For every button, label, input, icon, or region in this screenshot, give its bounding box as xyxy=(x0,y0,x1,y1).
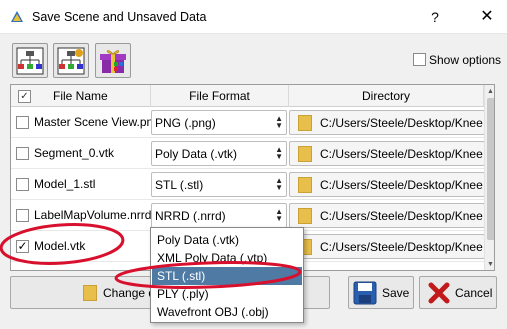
spin-arrows-icon: ▲ ▼ xyxy=(275,114,283,130)
cancel-button[interactable]: Cancel xyxy=(419,276,497,309)
modified-scene-button[interactable] xyxy=(53,43,89,78)
data-bundle-icon xyxy=(100,50,126,73)
row-checkbox[interactable] xyxy=(16,178,29,191)
row-checkbox[interactable] xyxy=(16,116,29,129)
directory-button[interactable]: C:/Users/Steele/Desktop/Knee wo xyxy=(289,203,485,228)
format-value: STL (.stl) xyxy=(155,178,204,192)
save-button[interactable]: Save xyxy=(348,276,414,309)
header-name-label: File Name xyxy=(53,89,108,103)
slicer-app-icon xyxy=(11,11,23,22)
select-all-checkbox[interactable]: ✓ xyxy=(18,90,31,103)
row-checkbox[interactable]: ✓ xyxy=(16,240,29,253)
header-format-column[interactable]: File Format xyxy=(151,85,289,107)
format-select[interactable]: Poly Data (.vtk) ▲ ▼ xyxy=(151,141,287,166)
file-name[interactable]: Model_1.stl xyxy=(34,177,95,191)
format-value: NRRD (.nrrd) xyxy=(155,209,226,223)
close-button[interactable]: ✕ xyxy=(476,6,498,28)
folder-icon xyxy=(298,115,312,131)
save-label: Save xyxy=(382,286,410,300)
scene-button[interactable] xyxy=(12,43,48,78)
scrollbar-thumb[interactable] xyxy=(487,98,494,240)
format-value: Poly Data (.vtk) xyxy=(155,147,238,161)
format-value: PNG (.png) xyxy=(155,116,216,130)
dropdown-option-obj[interactable]: Wavefront OBJ (.obj) xyxy=(152,303,302,321)
directory-path: C:/Users/Steele/Desktop/Knee wo xyxy=(320,178,485,192)
show-options-checkbox[interactable] xyxy=(413,53,426,66)
table-header: ✓ File Name File Format Directory xyxy=(11,85,484,107)
directory-path: C:/Users/Steele/Desktop/Knee wo xyxy=(320,147,485,161)
mrml-scene-icon xyxy=(16,47,44,75)
vertical-scrollbar[interactable]: ▲ ▼ xyxy=(484,85,494,270)
header-directory-column[interactable]: Directory xyxy=(289,85,484,107)
window-title: Save Scene and Unsaved Data xyxy=(32,10,207,24)
title-bar: Save Scene and Unsaved Data ? ✕ xyxy=(0,0,507,34)
spin-arrows-icon: ▲ ▼ xyxy=(275,176,283,192)
folder-icon xyxy=(298,146,312,162)
row-checkbox[interactable] xyxy=(16,209,29,222)
directory-button[interactable]: C:/Users/Steele/Desktop/Knee wo xyxy=(289,172,485,197)
file-name[interactable]: Master Scene View.png xyxy=(34,115,160,129)
help-button[interactable]: ? xyxy=(425,7,445,27)
file-name[interactable]: Model.vtk xyxy=(34,239,85,253)
dropdown-option-ply[interactable]: PLY (.ply) xyxy=(152,285,302,303)
row-checkbox[interactable] xyxy=(16,147,29,160)
format-select[interactable]: STL (.stl) ▲ ▼ xyxy=(151,172,287,197)
data-bundle-button[interactable] xyxy=(95,43,131,78)
file-name[interactable]: LabelMapVolume.nrrd xyxy=(34,208,151,222)
spin-arrows-icon: ▲ ▼ xyxy=(275,207,283,223)
save-disk-icon xyxy=(353,281,377,305)
folder-icon xyxy=(298,177,312,193)
header-name-column[interactable]: ✓ File Name xyxy=(11,85,151,107)
scroll-up-arrow-icon[interactable]: ▲ xyxy=(487,88,494,95)
directory-button[interactable]: C:/Users/Steele/Desktop/Knee wo xyxy=(289,234,485,259)
table-row: Model_1.stl STL (.stl) ▲ ▼ C:/Users/Steel… xyxy=(11,169,485,200)
folder-icon xyxy=(298,208,312,224)
format-select[interactable]: PNG (.png) ▲ ▼ xyxy=(151,110,287,135)
dropdown-option-stl[interactable]: STL (.stl) xyxy=(152,267,302,285)
directory-button[interactable]: C:/Users/Steele/Desktop/Knee wo xyxy=(289,141,485,166)
directory-button[interactable]: C:/Users/Steele/Desktop/Knee wo xyxy=(289,110,485,135)
spin-arrows-icon: ▲ ▼ xyxy=(275,145,283,161)
dropdown-option-vtp[interactable]: XML Poly Data (.vtp) xyxy=(152,249,302,267)
show-options-label: Show options xyxy=(429,53,502,67)
mrml-scene-modified-icon xyxy=(57,47,85,75)
directory-path: C:/Users/Steele/Desktop/Knee wo xyxy=(320,116,485,130)
scroll-down-arrow-icon[interactable]: ▼ xyxy=(487,261,494,268)
format-dropdown-list[interactable]: Poly Data (.vtk) XML Poly Data (.vtp) ST… xyxy=(150,227,304,323)
directory-path: C:/Users/Steele/Desktop/Knee wo xyxy=(320,209,485,223)
table-row: Segment_0.vtk Poly Data (.vtk) ▲ ▼ C:/Use… xyxy=(11,138,485,169)
file-name[interactable]: Segment_0.vtk xyxy=(34,146,114,160)
table-row: Master Scene View.png PNG (.png) ▲ ▼ C:/U… xyxy=(11,107,485,138)
directory-path: C:/Users/Steele/Desktop/Knee wo xyxy=(320,240,485,254)
cancel-x-icon xyxy=(428,282,450,304)
format-select[interactable]: NRRD (.nrrd) ▲ ▼ xyxy=(151,203,287,228)
dropdown-option-vtk[interactable]: Poly Data (.vtk) xyxy=(152,231,302,249)
folder-icon xyxy=(83,285,97,301)
cancel-label: Cancel xyxy=(455,286,493,300)
